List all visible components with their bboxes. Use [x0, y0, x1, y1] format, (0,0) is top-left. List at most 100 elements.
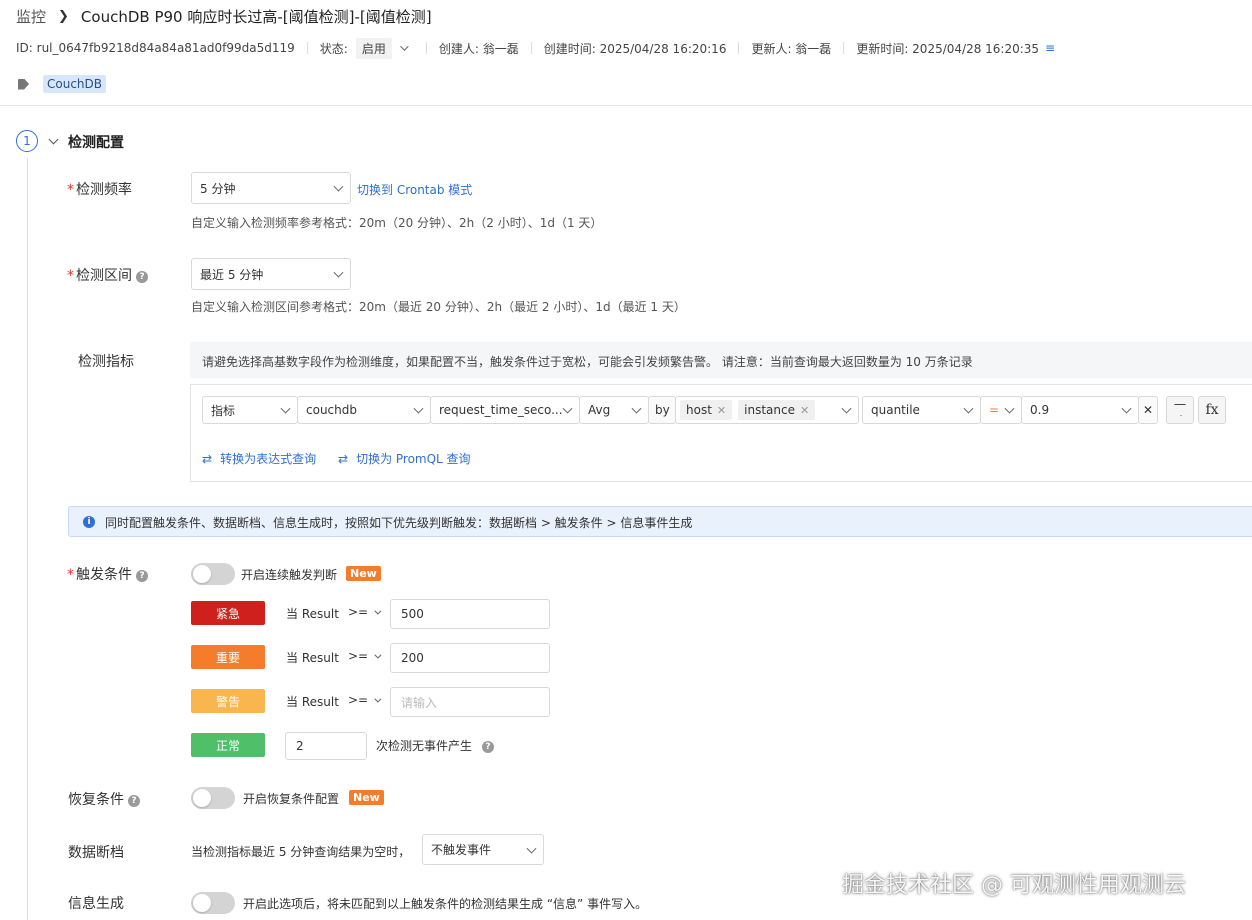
- continuous-trigger-toggle[interactable]: [191, 563, 235, 585]
- new-badge: New: [349, 790, 384, 805]
- section-title: 检测配置: [68, 135, 124, 151]
- chevron-down-icon: [413, 403, 424, 414]
- rule-operator-select[interactable]: >=: [348, 649, 382, 663]
- rule-operator-select[interactable]: >=: [348, 693, 382, 707]
- aggregation-select[interactable]: Avg: [579, 396, 649, 424]
- chevron-down-icon: [526, 843, 537, 854]
- chevron-down-icon: [280, 403, 291, 414]
- status-value: 启用: [355, 37, 392, 59]
- info-gen-toggle[interactable]: [191, 892, 235, 914]
- recovery-label: 恢复条件?: [68, 789, 140, 809]
- frequency-select[interactable]: 5 分钟: [191, 172, 351, 204]
- critical-threshold-input[interactable]: 500: [390, 599, 550, 629]
- chevron-down-icon: [374, 695, 382, 703]
- chevron-down-icon: [374, 607, 382, 615]
- chevron-down-icon: [631, 403, 642, 414]
- severity-important: 重要: [191, 645, 265, 669]
- breadcrumb: 监控 ❯ CouchDB P90 响应时长过高-[阈值检测]-[阈值检测]: [16, 6, 432, 27]
- normal-suffix: 次检测无事件产生?: [376, 737, 495, 754]
- help-icon[interactable]: ?: [128, 795, 140, 807]
- operator-select[interactable]: =: [980, 396, 1022, 424]
- clear-filter-button[interactable]: ✕: [1138, 396, 1158, 424]
- updater: 更新人: 翁一磊: [751, 41, 832, 56]
- filter-button[interactable]: [1166, 396, 1194, 424]
- help-icon[interactable]: ?: [482, 741, 495, 753]
- rule-id: ID: rul_0647fb9218d84a84a81ad0f99da5d119: [16, 41, 295, 55]
- priority-info-banner: i 同时配置触发条件、数据断档、信息生成时，按照如下优先级判断触发：数据断档 >…: [68, 506, 1252, 537]
- chevron-down-icon: [374, 651, 382, 659]
- field-select[interactable]: request_time_seco...: [430, 396, 580, 424]
- recovery-toggle-text: 开启恢复条件配置: [243, 792, 340, 806]
- tag-badge[interactable]: CouchDB: [43, 75, 107, 93]
- recovery-toggle[interactable]: [191, 787, 235, 809]
- chevron-right-icon: ❯: [58, 9, 69, 24]
- meta-bar: ID: rul_0647fb9218d84a84a81ad0f99da5d119…: [16, 37, 1055, 59]
- nodata-label: 数据断档: [68, 845, 124, 861]
- status-select[interactable]: 启用: [355, 37, 409, 59]
- interval-label: * 检测区间?: [67, 265, 148, 285]
- frequency-label: * 检测频率: [67, 182, 132, 198]
- group-by-select[interactable]: host ✕ instance ✕: [675, 396, 859, 424]
- chevron-down-icon: [963, 403, 974, 414]
- created-at: 创建时间: 2025/04/28 16:20:16: [543, 41, 727, 56]
- metric-label: 检测指标: [78, 354, 134, 370]
- interval-hint: 自定义输入检测区间参考格式：20m（最近 20 分钟）、2h（最近 2 小时）、…: [191, 300, 686, 314]
- warning-threshold-input[interactable]: 请输入: [390, 687, 550, 717]
- swap-icon: ⇄: [202, 451, 213, 466]
- metric-notice: 请避免选择高基数字段作为检测维度，如果配置不当，触发条件过于宽松，可能会引发频繁…: [190, 342, 1252, 378]
- rule-condition-text: 当 Result: [286, 607, 339, 621]
- severity-critical: 紧急: [191, 601, 265, 625]
- chevron-down-icon: [333, 267, 344, 278]
- collapse-chevron-icon[interactable]: [48, 134, 59, 145]
- function-value-select[interactable]: 0.9: [1021, 396, 1139, 424]
- info-gen-text: 开启此选项后，将未匹配到以上触发条件的检测结果生成 “信息” 事件写入。: [243, 897, 648, 911]
- group-tag-chip: host ✕: [680, 400, 733, 420]
- chevron-down-icon: [1121, 403, 1132, 414]
- chevron-down-icon: [562, 403, 573, 414]
- fx-button[interactable]: fx: [1198, 396, 1226, 424]
- datasource-type-select[interactable]: 指标: [202, 396, 298, 424]
- help-icon[interactable]: ?: [136, 271, 148, 283]
- convert-expression-link[interactable]: ⇄ 转换为表达式查询: [202, 450, 316, 467]
- switch-promql-link[interactable]: ⇄ 切换为 PromQL 查询: [338, 450, 471, 467]
- rule-operator-select[interactable]: >=: [348, 605, 382, 619]
- frequency-hint: 自定义输入检测频率参考格式：20m（20 分钟）、2h（2 小时）、1d（1 天…: [191, 216, 603, 230]
- chevron-down-icon: [1004, 403, 1015, 414]
- updated-at: 更新时间: 2025/04/28 16:20:35: [856, 41, 1040, 56]
- tag-row: CouchDB: [18, 75, 107, 93]
- measurement-select[interactable]: couchdb: [297, 396, 431, 424]
- info-gen-label: 信息生成: [68, 896, 124, 912]
- rule-condition-text: 当 Result: [286, 695, 339, 709]
- function-select[interactable]: quantile: [862, 396, 981, 424]
- chevron-down-icon: [841, 403, 852, 414]
- page-title: CouchDB P90 响应时长过高-[阈值检测]-[阈值检测]: [80, 8, 432, 26]
- close-icon: ✕: [1142, 403, 1154, 417]
- group-tag-chip: instance ✕: [738, 400, 816, 420]
- trigger-label: * 触发条件?: [67, 564, 148, 584]
- remove-icon[interactable]: ✕: [800, 404, 809, 417]
- normal-count-input[interactable]: 2: [285, 732, 367, 760]
- nodata-text: 当检测指标最近 5 分钟查询结果为空时，: [191, 845, 411, 859]
- creator: 创建人: 翁一磊: [438, 41, 519, 56]
- status-label: 状态:: [319, 41, 348, 56]
- interval-select[interactable]: 最近 5 分钟: [191, 258, 351, 290]
- watermark: 掘金技术社区 @ 可观测性用观测云: [842, 873, 1186, 898]
- help-icon[interactable]: ?: [136, 570, 148, 582]
- swap-icon: ⇄: [338, 451, 349, 466]
- tag-icon: [18, 78, 29, 90]
- crontab-switch-link[interactable]: 切换到 Crontab 模式: [357, 181, 472, 198]
- nodata-action-select[interactable]: 不触发事件: [422, 834, 544, 865]
- step-line: [27, 158, 28, 920]
- info-icon: i: [83, 516, 95, 528]
- breadcrumb-root[interactable]: 监控: [16, 6, 46, 27]
- important-threshold-input[interactable]: 200: [390, 643, 550, 673]
- remove-icon[interactable]: ✕: [717, 404, 726, 417]
- chevron-down-icon: [400, 42, 409, 51]
- by-label: by: [648, 396, 676, 424]
- filter-icon: [1174, 404, 1186, 416]
- history-icon[interactable]: ≡: [1045, 41, 1055, 55]
- severity-normal: 正常: [191, 733, 265, 757]
- severity-warning: 警告: [191, 689, 265, 713]
- new-badge: New: [346, 566, 381, 581]
- continuous-trigger-text: 开启连续触发判断: [241, 568, 338, 582]
